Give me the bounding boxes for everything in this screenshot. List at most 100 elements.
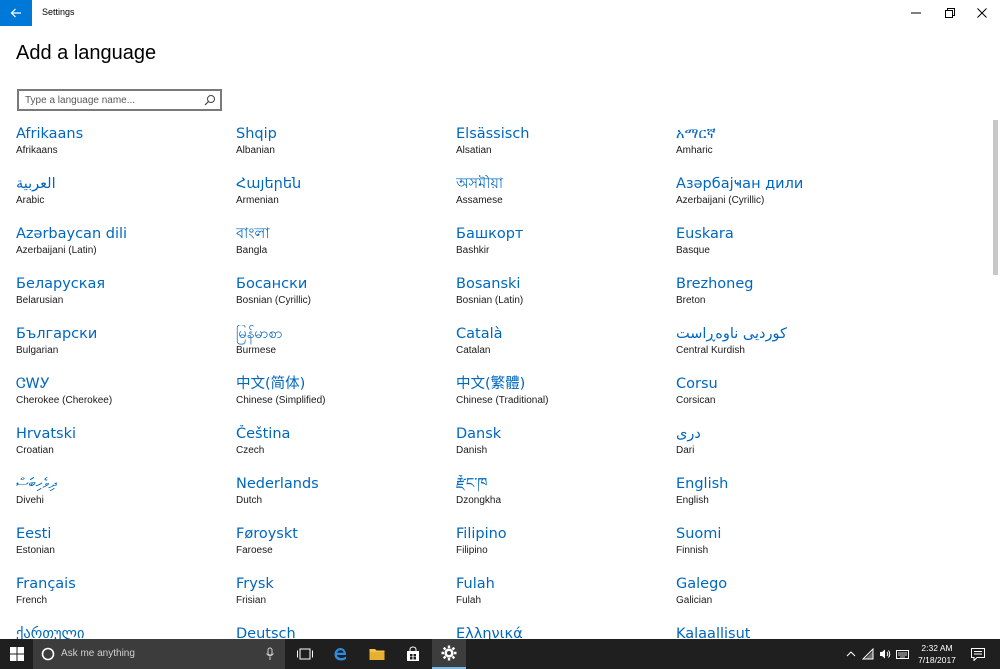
language-item[interactable]: Беларуская Belarusian xyxy=(16,275,236,325)
language-item[interactable]: Français French xyxy=(16,575,236,625)
language-english-name: Bulgarian xyxy=(16,345,59,356)
file-explorer-button[interactable] xyxy=(360,639,394,669)
language-item[interactable]: ქართული xyxy=(16,625,236,639)
edge-button[interactable] xyxy=(324,639,358,669)
language-item[interactable]: Afrikaans Afrikaans xyxy=(16,125,236,175)
microphone-icon[interactable] xyxy=(265,647,275,661)
language-item[interactable]: Brezhoneg Breton xyxy=(676,275,896,325)
language-item[interactable]: Corsu Corsican xyxy=(676,375,896,425)
close-button[interactable] xyxy=(964,0,1000,26)
language-item[interactable]: Fulah Fulah xyxy=(456,575,676,625)
maximize-button[interactable] xyxy=(932,0,968,26)
language-native-name: Fulah xyxy=(456,576,495,592)
language-english-name: Chinese (Traditional) xyxy=(456,395,549,406)
network-button[interactable] xyxy=(860,639,876,669)
language-item[interactable]: Elsässisch Alsatian xyxy=(456,125,676,175)
language-item[interactable]: Eesti Estonian xyxy=(16,525,236,575)
language-english-name: Croatian xyxy=(16,445,54,456)
language-english-name: Danish xyxy=(456,445,488,456)
store-button[interactable] xyxy=(396,639,430,669)
language-english-name: Divehi xyxy=(16,495,44,506)
clock-date: 7/18/2017 xyxy=(918,655,956,665)
edge-icon xyxy=(334,648,346,661)
language-item[interactable]: کوردیی ناوەڕاست Central Kurdish xyxy=(676,325,896,375)
language-item[interactable]: Ελληνικά xyxy=(456,625,676,639)
language-item[interactable]: Frysk Frisian xyxy=(236,575,456,625)
minimize-icon xyxy=(911,12,921,14)
settings-gear-icon xyxy=(441,645,457,661)
language-item[interactable]: Suomi Finnish xyxy=(676,525,896,575)
language-item[interactable]: Galego Galician xyxy=(676,575,896,625)
file-explorer-icon xyxy=(369,649,385,660)
language-item[interactable]: العربية Arabic xyxy=(16,175,236,225)
language-item[interactable]: Føroyskt Faroese xyxy=(236,525,456,575)
language-item[interactable]: ᏣᎳᎩ Cherokee (Cherokee) xyxy=(16,375,236,425)
language-item[interactable]: မြန်မာစာ Burmese xyxy=(236,325,456,375)
language-native-name: Filipino xyxy=(456,526,507,542)
window-title: Settings xyxy=(42,7,75,17)
language-native-name: Kalaallisut xyxy=(676,626,751,639)
cortana-search-box[interactable]: Ask me anything xyxy=(33,639,285,669)
system-clock[interactable]: 2:32 AM 7/18/2017 xyxy=(912,642,962,666)
language-item[interactable]: Deutsch xyxy=(236,625,456,639)
language-item[interactable]: རྫོང་ཁ Dzongkha xyxy=(456,475,676,525)
language-native-name: 中文(简体) xyxy=(236,376,306,392)
language-item[interactable]: Босански Bosnian (Cyrillic) xyxy=(236,275,456,325)
language-item[interactable]: 中文(繁體) Chinese (Traditional) xyxy=(456,375,676,425)
language-native-name: Afrikaans xyxy=(16,126,84,142)
language-item[interactable]: አማርኛ Amharic xyxy=(676,125,896,175)
language-native-name: Català xyxy=(456,326,503,342)
language-item[interactable]: Kalaallisut xyxy=(676,625,896,639)
language-item[interactable]: 中文(简体) Chinese (Simplified) xyxy=(236,375,456,425)
language-item[interactable]: Filipino Filipino xyxy=(456,525,676,575)
scrollbar[interactable] xyxy=(993,120,998,275)
language-item[interactable]: Hrvatski Croatian xyxy=(16,425,236,475)
language-english-name: Burmese xyxy=(236,345,277,356)
language-english-name: French xyxy=(16,595,48,606)
language-native-name: Български xyxy=(16,326,98,342)
language-item[interactable]: دری Dari xyxy=(676,425,896,475)
show-hidden-icons-button[interactable] xyxy=(843,639,859,669)
language-native-name: Shqip xyxy=(236,126,277,142)
language-item[interactable]: ދިވެހިބަސް Divehi xyxy=(16,475,236,525)
input-indicator-button[interactable] xyxy=(894,639,910,669)
cortana-placeholder: Ask me anything xyxy=(61,648,135,659)
start-button[interactable] xyxy=(0,639,33,669)
language-english-name: Dutch xyxy=(236,495,263,506)
language-english-name: Basque xyxy=(676,245,710,256)
language-native-name: རྫོང་ཁ xyxy=(456,476,488,492)
language-list: Afrikaans Afrikaans Shqip Albanian Elsässisc… xyxy=(16,125,916,639)
language-item[interactable]: Euskara Basque xyxy=(676,225,896,275)
language-item[interactable]: Հայերեն Armenian xyxy=(236,175,456,225)
settings-taskbar-button[interactable] xyxy=(432,639,466,669)
language-item[interactable]: Nederlands Dutch xyxy=(236,475,456,525)
search-icon[interactable] xyxy=(204,94,216,106)
language-item[interactable]: Čeština Czech xyxy=(236,425,456,475)
language-item[interactable]: Български Bulgarian xyxy=(16,325,236,375)
language-item[interactable]: Shqip Albanian xyxy=(236,125,456,175)
language-item[interactable]: Dansk Danish xyxy=(456,425,676,475)
language-search-box[interactable] xyxy=(17,89,222,111)
language-item[interactable]: Català Catalan xyxy=(456,325,676,375)
language-item[interactable]: Азәрбајҹан дили Azerbaijani (Cyrillic) xyxy=(676,175,896,225)
language-search-input[interactable] xyxy=(25,93,201,107)
clock-time: 2:32 AM xyxy=(921,643,953,653)
action-center-button[interactable] xyxy=(966,639,990,669)
volume-button[interactable] xyxy=(877,639,893,669)
task-view-button[interactable] xyxy=(288,639,322,669)
language-english-name: Filipino xyxy=(456,545,488,556)
notifications-icon xyxy=(971,647,985,661)
language-english-name: Faroese xyxy=(236,545,273,556)
taskbar: Ask me anything 2:32 AM 7/18/2017 xyxy=(0,639,1000,669)
maximize-icon xyxy=(945,8,955,18)
language-item[interactable]: বাংলা Bangla xyxy=(236,225,456,275)
language-item[interactable]: Башкорт Bashkir xyxy=(456,225,676,275)
language-item[interactable]: Bosanski Bosnian (Latin) xyxy=(456,275,676,325)
language-english-name: Chinese (Simplified) xyxy=(236,395,326,406)
minimize-button[interactable] xyxy=(898,0,934,26)
language-english-name: Czech xyxy=(236,445,265,456)
language-item[interactable]: Azərbaycan dili Azerbaijani (Latin) xyxy=(16,225,236,275)
language-item[interactable]: English English xyxy=(676,475,896,525)
back-button[interactable] xyxy=(0,0,32,26)
language-item[interactable]: অসমীয়া Assamese xyxy=(456,175,676,225)
